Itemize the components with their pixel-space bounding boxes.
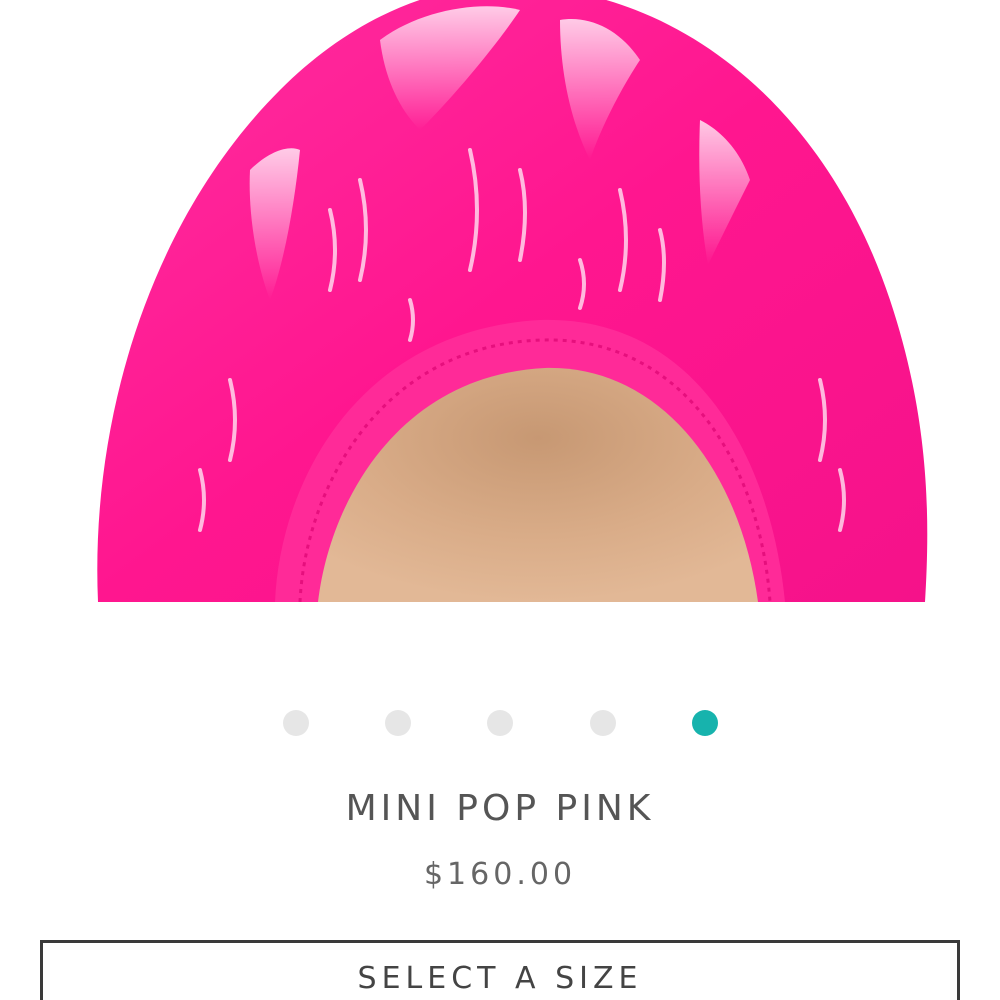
- carousel-dot-1[interactable]: [283, 710, 309, 736]
- carousel-dots: [0, 710, 1000, 736]
- product-image[interactable]: [0, 0, 1000, 602]
- carousel-dot-5-active[interactable]: [692, 710, 718, 736]
- carousel-dot-2[interactable]: [385, 710, 411, 736]
- carousel-dot-4[interactable]: [590, 710, 616, 736]
- product-page: MINI POP PINK $160.00 SELECT A SIZE: [0, 0, 1000, 1000]
- product-price: $160.00: [423, 857, 577, 892]
- shoe-illustration: [97, 0, 928, 602]
- select-size-button[interactable]: SELECT A SIZE: [40, 940, 960, 1000]
- carousel-dot-3[interactable]: [487, 710, 513, 736]
- product-title: MINI POP PINK: [345, 788, 655, 829]
